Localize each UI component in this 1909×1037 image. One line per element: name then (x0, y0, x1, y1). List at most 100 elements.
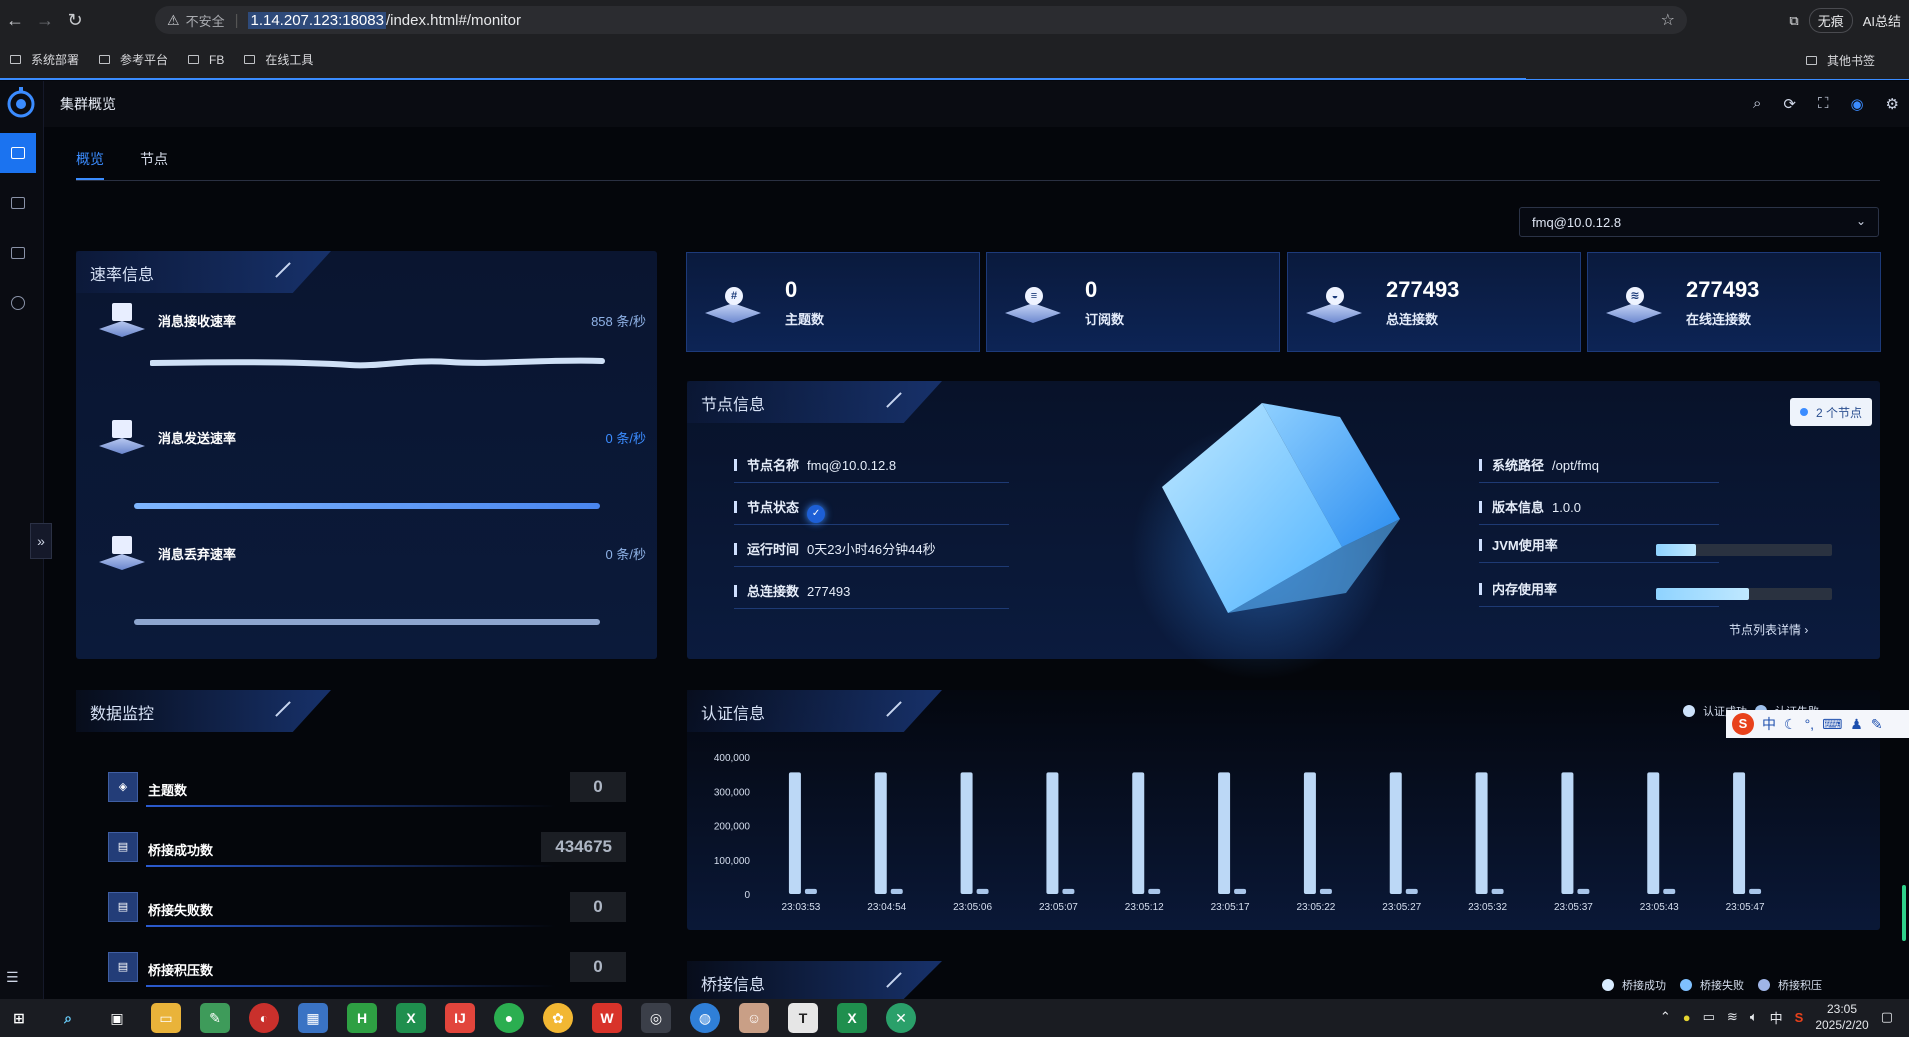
volume-icon[interactable]: 🔈︎ (1750, 1009, 1758, 1025)
sidebar-item-files[interactable] (0, 233, 36, 273)
info-value: 0天23小时46分钟44秒 (807, 542, 936, 557)
node-count-badge[interactable]: 2 个节点 (1790, 398, 1873, 426)
bar-auth-success[interactable] (1733, 772, 1746, 894)
bookmark-item[interactable]: 系统部署 (10, 51, 79, 68)
bar-auth-fail[interactable] (1319, 888, 1332, 894)
bar-auth-fail[interactable] (1148, 888, 1161, 894)
fullscreen-icon[interactable]: ⛶ (1818, 95, 1829, 113)
tab-nodes[interactable]: 节点 (140, 149, 168, 180)
scrollbar-indicator[interactable] (1902, 885, 1906, 941)
bar-auth-fail[interactable] (1663, 888, 1676, 894)
bar-auth-success[interactable] (1303, 772, 1316, 894)
address-bar[interactable]: ⚠ 不安全 | 1.14.207.123:18083 /index.html#/… (155, 6, 1687, 34)
back-icon[interactable]: ← (0, 10, 30, 31)
tray-expand-icon[interactable]: ⌃ (1660, 1009, 1671, 1025)
forward-icon[interactable]: → (30, 10, 60, 31)
other-bookmarks[interactable]: 其他书签 (1805, 52, 1875, 69)
excel-icon[interactable]: X (396, 1003, 426, 1033)
send-rate-line (134, 503, 600, 509)
bar-auth-success[interactable] (1475, 772, 1488, 894)
bar-auth-success[interactable] (1132, 772, 1145, 894)
bar-auth-success[interactable] (1218, 772, 1231, 894)
bar-auth-success[interactable] (960, 772, 973, 894)
wrench-icon[interactable]: ✎ (1871, 716, 1883, 733)
incognito-button[interactable]: 无痕 (1808, 8, 1853, 33)
remote-app-icon[interactable]: ▦ (298, 1003, 328, 1033)
bar-auth-fail[interactable] (890, 888, 903, 894)
bar-auth-fail[interactable] (1491, 888, 1504, 894)
node-select[interactable]: fmq@10.0.12.8 ⌄ (1519, 207, 1879, 237)
xftp-icon[interactable]: ✕ (886, 1003, 916, 1033)
search-icon[interactable]: ⌕ (1753, 95, 1761, 113)
sidebar-item-monitor[interactable] (0, 133, 36, 173)
refresh-icon[interactable]: ⟳ (1783, 95, 1796, 113)
meeting-app-icon[interactable]: ◍ (690, 1003, 720, 1033)
avatar-icon[interactable]: ◉ (1850, 95, 1863, 113)
sidebar-item-clients[interactable] (0, 183, 36, 223)
extensions-icon[interactable]: ⧉ (1789, 13, 1798, 29)
windows-start-icon[interactable]: ⊞ (4, 1003, 34, 1033)
stat-value: 277493 (1686, 277, 1760, 302)
monitor-row-bridge-fail: ▤ 桥接失败数 0 (106, 890, 626, 927)
bar-auth-success[interactable] (874, 772, 887, 894)
punctuation-icon[interactable]: °, (1805, 716, 1815, 732)
bookmark-item[interactable]: 在线工具 (244, 51, 313, 68)
chrome-icon[interactable]: ◎ (641, 1003, 671, 1033)
battery-icon[interactable]: ▭ (1703, 1009, 1715, 1025)
bar-auth-fail[interactable] (804, 888, 817, 894)
expand-sidebar-icon[interactable]: » (30, 523, 52, 559)
bar-auth-success[interactable] (1046, 772, 1059, 894)
paw-app-icon[interactable]: ✿ (543, 1003, 573, 1033)
keyboard-icon[interactable]: ⌨ (1822, 716, 1842, 733)
bar-auth-success[interactable] (1561, 772, 1574, 894)
bar-auth-success[interactable] (1647, 772, 1660, 894)
clock[interactable]: 23:05 2025/2/20 (1815, 1001, 1868, 1033)
skin-icon[interactable]: ♟ (1850, 716, 1863, 733)
ai-summary-button[interactable]: AI总结 (1863, 11, 1901, 30)
bar-auth-fail[interactable] (1749, 888, 1762, 894)
xshell-icon[interactable]: X (837, 1003, 867, 1033)
bar-auth-fail[interactable] (1234, 888, 1247, 894)
avatar-app-icon[interactable]: ☺ (739, 1003, 769, 1033)
y-tick-label: 300,000 (714, 787, 751, 798)
stat-card-subscriptions: ≡ 0 订阅数 (986, 252, 1280, 352)
wifi-icon[interactable]: ≋ (1727, 1009, 1738, 1025)
wechat-icon[interactable]: ● (494, 1003, 524, 1033)
x-tick-label: 23:05:22 (1296, 902, 1335, 913)
ime-mode[interactable]: 中 (1762, 714, 1776, 734)
bar-auth-fail[interactable] (976, 888, 989, 894)
jetbrains-icon[interactable]: IJ (445, 1003, 475, 1033)
wps-icon[interactable]: W (592, 1003, 622, 1033)
notepad-icon[interactable]: ✎ (200, 1003, 230, 1033)
browser-app-icon[interactable]: ◐ (249, 1003, 279, 1033)
input-language[interactable]: 中 (1770, 1008, 1783, 1027)
ime-toolbar[interactable]: S 中 ☾ °, ⌨ ♟ ✎ (1726, 710, 1909, 738)
gear-icon[interactable]: ⚙ (1886, 95, 1899, 113)
legend-label[interactable]: 桥接成功 (1622, 977, 1666, 993)
bar-auth-fail[interactable] (1062, 888, 1075, 894)
node-list-detail-link[interactable]: 节点列表详情 › (1729, 621, 1808, 638)
sogou-tray-icon[interactable]: S (1795, 1010, 1804, 1025)
bar-auth-fail[interactable] (1405, 888, 1418, 894)
tab-overview[interactable]: 概览 (76, 149, 104, 180)
search-icon[interactable]: ⌕ (53, 1003, 83, 1033)
tray-app-icon[interactable]: ● (1683, 1010, 1691, 1025)
bar-auth-fail[interactable] (1577, 888, 1590, 894)
menu-toggle-icon[interactable]: ☰ (6, 969, 19, 986)
notification-icon[interactable]: ▢ (1881, 1009, 1893, 1025)
bookmark-item[interactable]: 参考平台 (99, 51, 168, 68)
legend-label[interactable]: 桥接失败 (1700, 977, 1744, 993)
bar-auth-success[interactable] (1389, 772, 1402, 894)
file-explorer-icon[interactable]: ▭ (151, 1003, 181, 1033)
typora-icon[interactable]: T (788, 1003, 818, 1033)
bookmark-star-icon[interactable]: ☆ (1661, 10, 1675, 30)
reload-icon[interactable]: ↻ (60, 10, 90, 31)
task-view-icon[interactable]: ▣ (102, 1003, 132, 1033)
bookmark-item[interactable]: FB (188, 53, 224, 67)
legend-label[interactable]: 桥接积压 (1778, 977, 1822, 993)
sidebar-item-about[interactable] (0, 283, 36, 323)
bar-auth-success[interactable] (788, 772, 801, 894)
monitor-label: 桥接失败数 (148, 903, 214, 918)
moon-icon[interactable]: ☾ (1784, 716, 1797, 733)
hbuilder-icon[interactable]: H (347, 1003, 377, 1033)
